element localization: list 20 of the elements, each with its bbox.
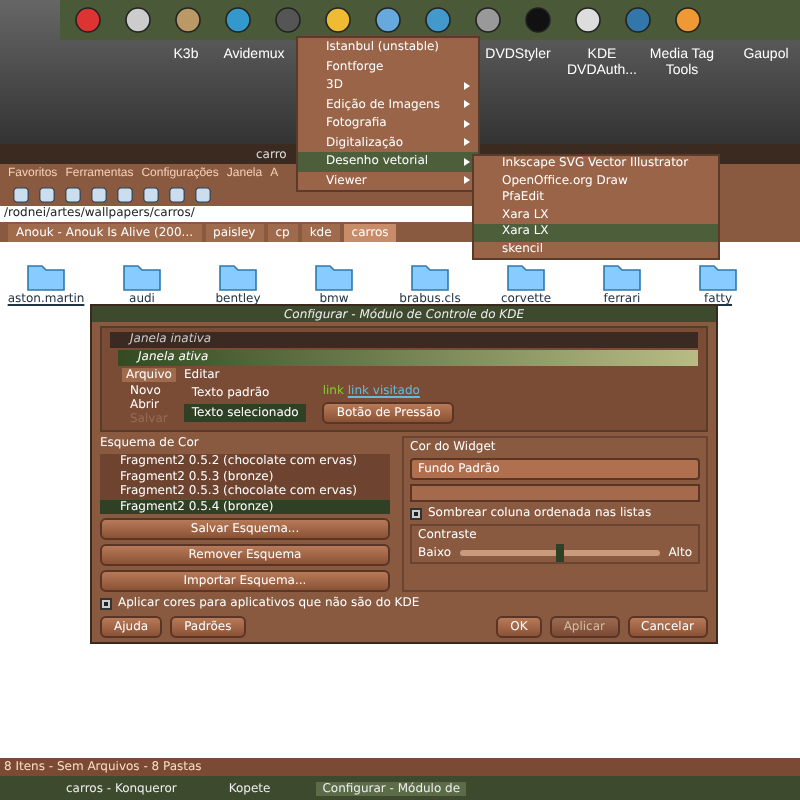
app-launcher-icon[interactable] — [122, 4, 154, 36]
folder-icon[interactable] — [314, 260, 354, 292]
app-launcher-icon[interactable] — [472, 4, 504, 36]
contrast-slider[interactable] — [459, 550, 661, 556]
folder-icon[interactable] — [122, 260, 162, 292]
app-launcher-icon[interactable] — [422, 4, 454, 36]
color-field[interactable] — [410, 484, 700, 502]
checkbox[interactable] — [100, 597, 112, 609]
folder-icon[interactable] — [26, 260, 66, 292]
app-launcher-icon[interactable] — [322, 4, 354, 36]
app-launcher-icon[interactable] — [572, 4, 604, 36]
folder-icon[interactable] — [218, 260, 258, 292]
folder-icon[interactable] — [698, 260, 738, 292]
app-launcher-icon[interactable] — [172, 4, 204, 36]
folder-icon[interactable] — [410, 260, 450, 292]
slider-thumb[interactable] — [555, 544, 564, 562]
app-launcher-icon[interactable] — [222, 4, 254, 36]
checkbox[interactable] — [410, 507, 422, 519]
app-launcher-icon[interactable] — [372, 4, 404, 36]
app-launcher-icon[interactable] — [672, 4, 704, 36]
